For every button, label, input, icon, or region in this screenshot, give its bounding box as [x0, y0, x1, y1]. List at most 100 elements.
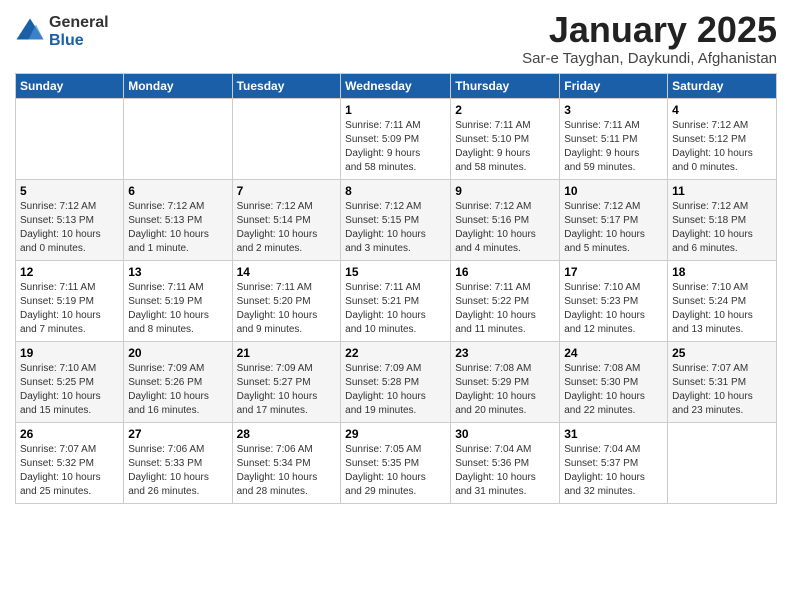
day-info: Sunrise: 7:11 AM Sunset: 5:19 PM Dayligh… [128, 281, 227, 337]
day-cell: 9 Sunrise: 7:12 AM Sunset: 5:16 PM Daylig… [451, 179, 560, 260]
day-cell: 8Sunrise: 7:12 AM Sunset: 5:15 PM Daylig… [341, 179, 451, 260]
day-cell: 24Sunrise: 7:08 AM Sunset: 5:30 PM Dayli… [560, 341, 668, 422]
day-info: Sunrise: 7:09 AM Sunset: 5:28 PM Dayligh… [345, 362, 446, 418]
day-info: Sunrise: 7:09 AM Sunset: 5:26 PM Dayligh… [128, 362, 227, 418]
page-header: General Blue January 2025 Sar-e Tayghan,… [15, 10, 777, 67]
header-monday: Monday [124, 73, 232, 98]
day-cell [124, 98, 232, 179]
day-number: 28 [237, 427, 337, 441]
day-cell: 18 Sunrise: 7:10 AM Sunset: 5:24 PM Dayli… [668, 260, 777, 341]
day-info: Sunrise: 7:09 AM Sunset: 5:27 PM Dayligh… [237, 362, 337, 418]
day-number: 15 [345, 265, 446, 279]
header-thursday: Thursday [451, 73, 560, 98]
day-cell: 23Sunrise: 7:08 AM Sunset: 5:29 PM Dayli… [451, 341, 560, 422]
day-number: 11 [672, 184, 772, 198]
logo-blue: Blue [49, 32, 109, 50]
day-cell: 27Sunrise: 7:06 AM Sunset: 5:33 PM Dayli… [124, 422, 232, 503]
calendar-title: January 2025 [522, 10, 777, 50]
title-block: January 2025 Sar-e Tayghan, Daykundi, Af… [522, 10, 777, 67]
day-info: Sunrise: 7:12 AM Sunset: 5:17 PM Dayligh… [564, 200, 663, 256]
day-cell: 13 Sunrise: 7:11 AM Sunset: 5:19 PM Dayli… [124, 260, 232, 341]
day-number: 25 [672, 346, 772, 360]
day-number: 30 [455, 427, 555, 441]
day-number: 23 [455, 346, 555, 360]
day-cell: 12Sunrise: 7:11 AM Sunset: 5:19 PM Dayli… [16, 260, 124, 341]
day-cell: 11 Sunrise: 7:12 AM Sunset: 5:18 PM Dayli… [668, 179, 777, 260]
day-info: Sunrise: 7:12 AM Sunset: 5:13 PM Dayligh… [20, 200, 119, 256]
week-row-4: 26 Sunrise: 7:07 AM Sunset: 5:32 PM Dayli… [16, 422, 777, 503]
day-cell: 4Sunrise: 7:12 AM Sunset: 5:12 PM Daylig… [668, 98, 777, 179]
week-row-2: 12Sunrise: 7:11 AM Sunset: 5:19 PM Dayli… [16, 260, 777, 341]
logo: General Blue [15, 14, 109, 49]
day-number: 18 [672, 265, 772, 279]
day-cell: 16Sunrise: 7:11 AM Sunset: 5:22 PM Dayli… [451, 260, 560, 341]
day-number: 3 [564, 103, 663, 117]
day-info: Sunrise: 7:11 AM Sunset: 5:21 PM Dayligh… [345, 281, 446, 337]
day-number: 9 [455, 184, 555, 198]
day-cell: 14 Sunrise: 7:11 AM Sunset: 5:20 PM Dayli… [232, 260, 341, 341]
day-number: 13 [128, 265, 227, 279]
calendar-subtitle: Sar-e Tayghan, Daykundi, Afghanistan [522, 50, 777, 67]
day-number: 6 [128, 184, 227, 198]
day-cell: 30 Sunrise: 7:04 AM Sunset: 5:36 PM Dayli… [451, 422, 560, 503]
day-info: Sunrise: 7:08 AM Sunset: 5:30 PM Dayligh… [564, 362, 663, 418]
day-info: Sunrise: 7:05 AM Sunset: 5:35 PM Dayligh… [345, 443, 446, 499]
day-cell: 28 Sunrise: 7:06 AM Sunset: 5:34 PM Dayli… [232, 422, 341, 503]
day-info: Sunrise: 7:10 AM Sunset: 5:25 PM Dayligh… [20, 362, 119, 418]
week-row-1: 5 Sunrise: 7:12 AM Sunset: 5:13 PM Daylig… [16, 179, 777, 260]
day-cell: 7Sunrise: 7:12 AM Sunset: 5:14 PM Daylig… [232, 179, 341, 260]
day-cell: 1 Sunrise: 7:11 AM Sunset: 5:09 PM Daylig… [341, 98, 451, 179]
day-info: Sunrise: 7:07 AM Sunset: 5:32 PM Dayligh… [20, 443, 119, 499]
header-sunday: Sunday [16, 73, 124, 98]
header-friday: Friday [560, 73, 668, 98]
day-cell: 19Sunrise: 7:10 AM Sunset: 5:25 PM Dayli… [16, 341, 124, 422]
day-cell: 20 Sunrise: 7:09 AM Sunset: 5:26 PM Dayli… [124, 341, 232, 422]
day-info: Sunrise: 7:06 AM Sunset: 5:33 PM Dayligh… [128, 443, 227, 499]
week-row-3: 19Sunrise: 7:10 AM Sunset: 5:25 PM Dayli… [16, 341, 777, 422]
day-info: Sunrise: 7:06 AM Sunset: 5:34 PM Dayligh… [237, 443, 337, 499]
day-info: Sunrise: 7:11 AM Sunset: 5:09 PM Dayligh… [345, 119, 446, 175]
day-info: Sunrise: 7:07 AM Sunset: 5:31 PM Dayligh… [672, 362, 772, 418]
day-number: 2 [455, 103, 555, 117]
day-cell: 10 Sunrise: 7:12 AM Sunset: 5:17 PM Dayli… [560, 179, 668, 260]
day-number: 5 [20, 184, 119, 198]
day-cell: 22 Sunrise: 7:09 AM Sunset: 5:28 PM Dayli… [341, 341, 451, 422]
day-info: Sunrise: 7:10 AM Sunset: 5:23 PM Dayligh… [564, 281, 663, 337]
day-cell: 5 Sunrise: 7:12 AM Sunset: 5:13 PM Daylig… [16, 179, 124, 260]
day-info: Sunrise: 7:12 AM Sunset: 5:18 PM Dayligh… [672, 200, 772, 256]
day-info: Sunrise: 7:04 AM Sunset: 5:36 PM Dayligh… [455, 443, 555, 499]
day-info: Sunrise: 7:11 AM Sunset: 5:10 PM Dayligh… [455, 119, 555, 175]
day-info: Sunrise: 7:12 AM Sunset: 5:13 PM Dayligh… [128, 200, 227, 256]
day-number: 26 [20, 427, 119, 441]
day-number: 20 [128, 346, 227, 360]
day-cell: 2 Sunrise: 7:11 AM Sunset: 5:10 PM Daylig… [451, 98, 560, 179]
day-cell: 6 Sunrise: 7:12 AM Sunset: 5:13 PM Daylig… [124, 179, 232, 260]
day-cell: 31Sunrise: 7:04 AM Sunset: 5:37 PM Dayli… [560, 422, 668, 503]
week-row-0: 1 Sunrise: 7:11 AM Sunset: 5:09 PM Daylig… [16, 98, 777, 179]
day-info: Sunrise: 7:12 AM Sunset: 5:16 PM Dayligh… [455, 200, 555, 256]
day-cell: 17Sunrise: 7:10 AM Sunset: 5:23 PM Dayli… [560, 260, 668, 341]
logo-text: General Blue [49, 14, 109, 49]
header-saturday: Saturday [668, 73, 777, 98]
day-info: Sunrise: 7:12 AM Sunset: 5:15 PM Dayligh… [345, 200, 446, 256]
day-cell: 29Sunrise: 7:05 AM Sunset: 5:35 PM Dayli… [341, 422, 451, 503]
day-info: Sunrise: 7:04 AM Sunset: 5:37 PM Dayligh… [564, 443, 663, 499]
day-number: 14 [237, 265, 337, 279]
day-cell: 15 Sunrise: 7:11 AM Sunset: 5:21 PM Dayli… [341, 260, 451, 341]
day-info: Sunrise: 7:11 AM Sunset: 5:11 PM Dayligh… [564, 119, 663, 175]
day-info: Sunrise: 7:10 AM Sunset: 5:24 PM Dayligh… [672, 281, 772, 337]
day-info: Sunrise: 7:11 AM Sunset: 5:19 PM Dayligh… [20, 281, 119, 337]
header-tuesday: Tuesday [232, 73, 341, 98]
day-info: Sunrise: 7:11 AM Sunset: 5:20 PM Dayligh… [237, 281, 337, 337]
day-number: 1 [345, 103, 446, 117]
day-cell: 25 Sunrise: 7:07 AM Sunset: 5:31 PM Dayli… [668, 341, 777, 422]
day-info: Sunrise: 7:12 AM Sunset: 5:14 PM Dayligh… [237, 200, 337, 256]
logo-general: General [49, 14, 109, 32]
day-number: 22 [345, 346, 446, 360]
day-number: 10 [564, 184, 663, 198]
day-cell: 21 Sunrise: 7:09 AM Sunset: 5:27 PM Dayli… [232, 341, 341, 422]
calendar-body: 1 Sunrise: 7:11 AM Sunset: 5:09 PM Daylig… [16, 98, 777, 503]
calendar-header: SundayMondayTuesdayWednesdayThursdayFrid… [16, 73, 777, 98]
day-number: 21 [237, 346, 337, 360]
header-row: SundayMondayTuesdayWednesdayThursdayFrid… [16, 73, 777, 98]
